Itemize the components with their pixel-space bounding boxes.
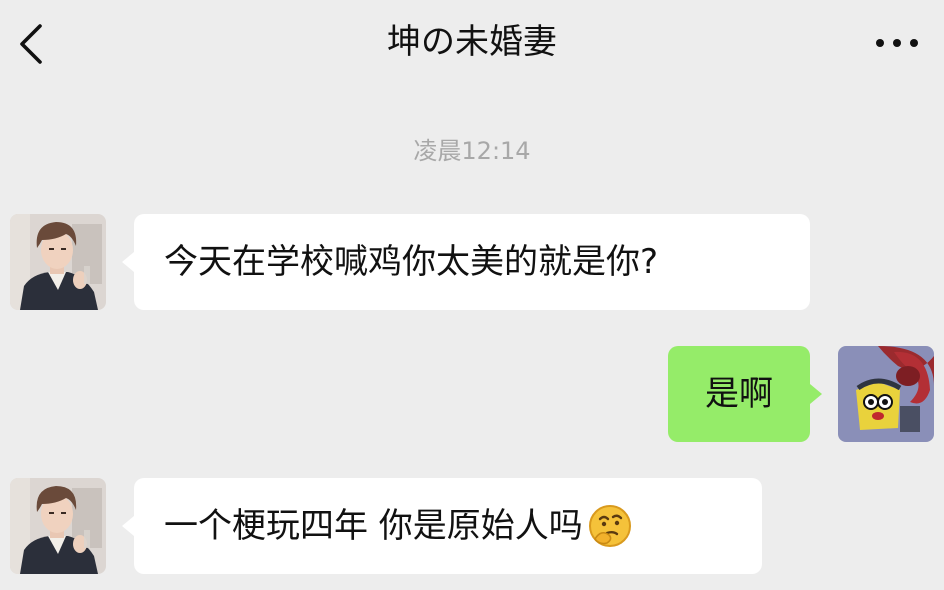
bubble-tail: [122, 252, 134, 272]
message-bubble-incoming[interactable]: 一个梗玩四年 你是原始人吗: [134, 478, 762, 574]
contact-avatar[interactable]: [10, 478, 106, 574]
chat-header: 坤の未婚妻: [0, 0, 944, 92]
more-dots-icon: [876, 39, 918, 47]
message-text: 一个梗玩四年 你是原始人吗: [164, 506, 583, 546]
my-avatar[interactable]: [838, 346, 934, 442]
message-timestamp: 凌晨12:14: [413, 137, 531, 165]
chat-title: 坤の未婚妻: [387, 22, 557, 62]
contact-avatar[interactable]: [10, 214, 106, 310]
my-avatar-image: [838, 346, 934, 442]
message-text: 是啊: [705, 374, 773, 414]
contact-avatar-image: [10, 214, 106, 310]
bubble-tail: [810, 384, 822, 404]
thinking-face-icon: [588, 505, 631, 547]
message-bubble-incoming[interactable]: 今天在学校喊鸡你太美的就是你?: [134, 214, 810, 310]
contact-avatar-image: [10, 478, 106, 574]
message-text: 今天在学校喊鸡你太美的就是你?: [164, 242, 659, 282]
message-bubble-outgoing[interactable]: 是啊: [668, 346, 810, 442]
bubble-tail: [122, 516, 134, 536]
more-button[interactable]: [874, 28, 920, 58]
